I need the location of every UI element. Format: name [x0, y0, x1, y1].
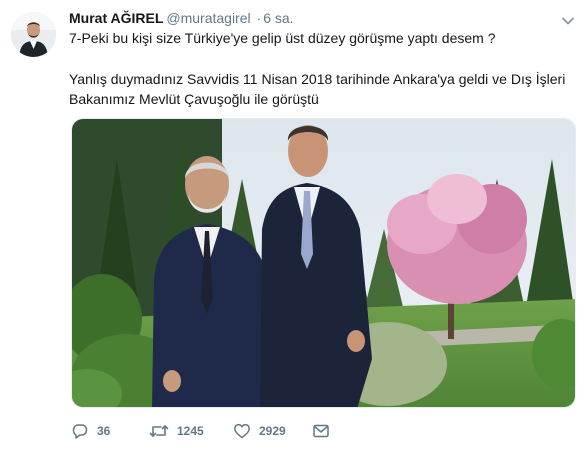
retweet-button[interactable]: 1245	[149, 421, 204, 441]
tweet-timestamp[interactable]: 6 sa.	[263, 10, 293, 26]
photo-image	[72, 119, 575, 407]
reply-button[interactable]: 36	[71, 421, 110, 441]
retweet-count: 1245	[177, 424, 204, 438]
tweet-text: 7-Peki bu kişi size Türkiye'ye gelip üst…	[69, 28, 574, 110]
reply-icon	[72, 424, 88, 439]
chevron-down-icon	[562, 17, 574, 25]
reply-count: 36	[97, 424, 111, 438]
tweet-header: Murat AĞIREL @muratagirel · 6 sa.	[69, 9, 294, 27]
tweet-text-line: 7-Peki bu kişi size Türkiye'ye gelip üst…	[69, 30, 496, 46]
author-handle[interactable]: @muratagirel	[166, 10, 250, 26]
retweet-icon	[149, 425, 169, 437]
author-name[interactable]: Murat AĞIREL	[69, 10, 163, 26]
avatar[interactable]	[11, 12, 56, 57]
envelope-icon	[313, 424, 329, 438]
tweet[interactable]: Murat AĞIREL @muratagirel · 6 sa. 7-Peki b…	[0, 0, 586, 455]
direct-message-button[interactable]	[312, 421, 330, 441]
tweet-text-line: Yanlış duymadınız Savvidis 11 Nisan 2018…	[69, 70, 566, 87]
tweet-photo[interactable]	[71, 118, 576, 408]
tweet-menu-button[interactable]	[561, 13, 575, 25]
like-count: 2929	[259, 424, 286, 438]
tweet-text-line: Bakanımız Mevlüt Çavuşoğlu ile görüştü	[69, 91, 319, 107]
heart-icon	[234, 423, 250, 439]
like-button[interactable]: 2929	[233, 421, 286, 441]
avatar-image	[11, 12, 56, 57]
separator-dot: ·	[256, 10, 262, 26]
